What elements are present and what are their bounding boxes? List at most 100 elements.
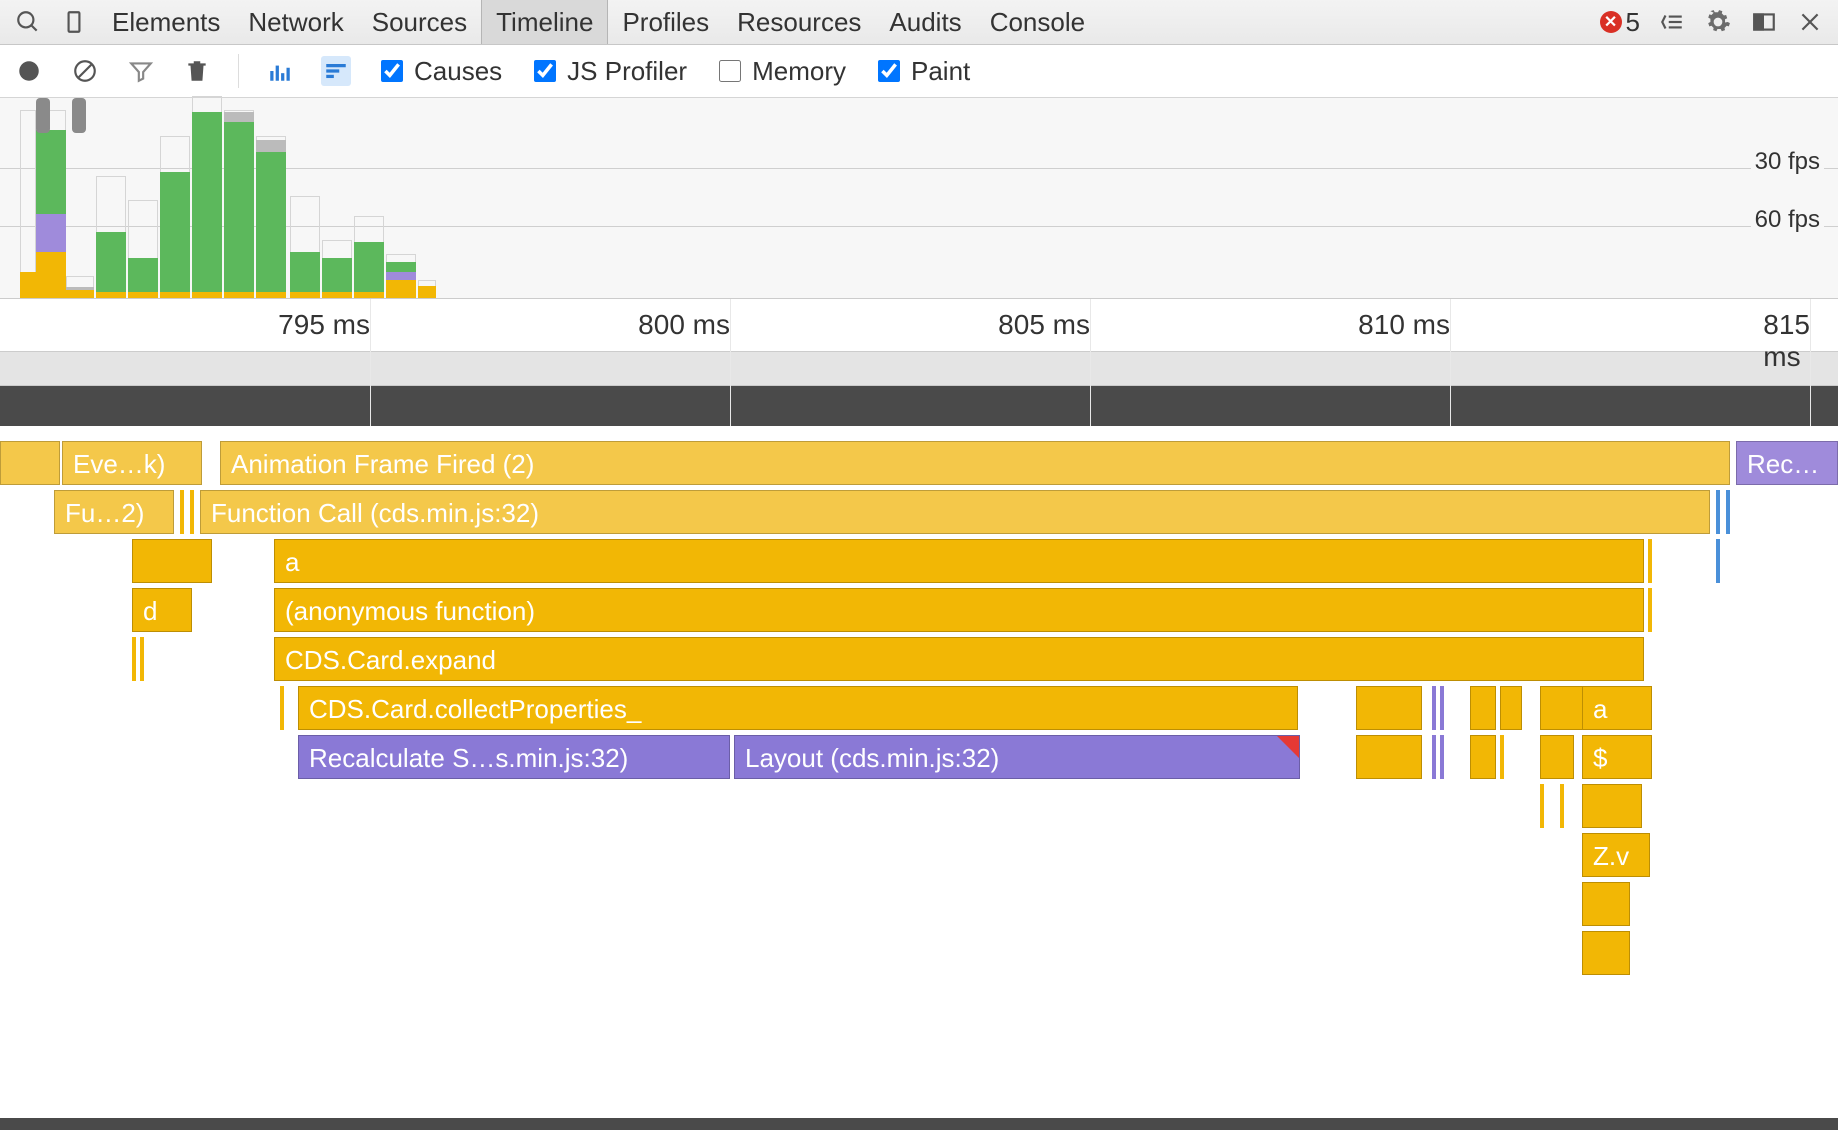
clear-button[interactable] <box>70 56 100 86</box>
flame-sliver[interactable] <box>1440 686 1444 730</box>
checkbox-input[interactable] <box>381 60 403 82</box>
flame-sliver[interactable] <box>1648 539 1652 583</box>
flame-bar[interactable]: Function Call (cds.min.js:32) <box>200 490 1710 534</box>
drawer-toggle-icon[interactable] <box>1650 0 1694 44</box>
flame-bar[interactable]: Rec…2) <box>1736 441 1838 485</box>
flame-bar[interactable]: a <box>274 539 1644 583</box>
divider-strip <box>0 386 1838 426</box>
time-ruler[interactable]: 795 ms800 ms805 ms810 ms815 ms <box>0 299 1838 352</box>
tab-elements[interactable]: Elements <box>98 0 234 44</box>
flame-sliver[interactable] <box>1726 490 1730 534</box>
flame-bar[interactable] <box>1470 735 1496 779</box>
checkbox-label: JS Profiler <box>567 56 687 87</box>
checkbox-label: Memory <box>752 56 846 87</box>
checkbox-input[interactable] <box>878 60 900 82</box>
view-bars-icon[interactable] <box>265 56 295 86</box>
flame-bar[interactable] <box>1582 882 1630 926</box>
checkbox-label: Causes <box>414 56 502 87</box>
flame-bar[interactable] <box>1356 735 1422 779</box>
overview-selection-handle[interactable] <box>36 98 50 133</box>
flame-sliver[interactable] <box>1432 686 1436 730</box>
garbage-collect-icon[interactable] <box>182 56 212 86</box>
flame-bar[interactable]: Recalculate S…s.min.js:32) <box>298 735 730 779</box>
dock-icon[interactable] <box>1742 0 1786 44</box>
checkbox-paint[interactable]: Paint <box>874 56 970 87</box>
flame-sliver[interactable] <box>1560 784 1564 828</box>
flame-bar[interactable]: $ <box>1582 735 1652 779</box>
flame-bar[interactable] <box>1356 686 1422 730</box>
checkbox-js-profiler[interactable]: JS Profiler <box>530 56 687 87</box>
overview-bar <box>36 112 66 298</box>
search-icon[interactable] <box>6 0 50 44</box>
tab-network[interactable]: Network <box>234 0 357 44</box>
flame-sliver[interactable] <box>1716 539 1720 583</box>
flame-bar[interactable] <box>132 539 212 583</box>
flame-bar[interactable]: Layout (cds.min.js:32) <box>734 735 1300 779</box>
flame-bar[interactable] <box>1500 686 1522 730</box>
flame-sliver[interactable] <box>280 686 284 730</box>
flame-sliver[interactable] <box>1540 784 1544 828</box>
filter-icon[interactable] <box>126 56 156 86</box>
overview-bar <box>418 282 436 298</box>
tabs-host: ElementsNetworkSourcesTimelineProfilesRe… <box>98 0 1099 44</box>
ruler-label: 800 ms <box>638 309 730 341</box>
flame-sliver[interactable] <box>1648 588 1652 632</box>
checkbox-input[interactable] <box>719 60 741 82</box>
cpu-strip <box>0 352 1838 386</box>
flame-sliver[interactable] <box>1716 490 1720 534</box>
footer-strip <box>0 1118 1838 1130</box>
settings-gear-icon[interactable] <box>1696 0 1740 44</box>
tab-timeline[interactable]: Timeline <box>481 0 608 44</box>
flame-bar[interactable]: Eve…k) <box>62 441 202 485</box>
overview-bar <box>322 242 352 298</box>
flame-bar[interactable] <box>1470 686 1496 730</box>
overview-bar <box>20 112 36 298</box>
flame-sliver[interactable] <box>180 490 184 534</box>
flame-sliver[interactable] <box>132 637 136 681</box>
overview-bar <box>128 202 158 298</box>
fps-30-label: 30 fps <box>1751 148 1824 176</box>
fps-60-label: 60 fps <box>1751 206 1824 234</box>
tab-resources[interactable]: Resources <box>723 0 875 44</box>
flame-sliver[interactable] <box>190 490 194 534</box>
timeline-toolbar: Causes JS Profiler Memory Paint <box>0 45 1838 98</box>
tab-sources[interactable]: Sources <box>358 0 481 44</box>
tab-profiles[interactable]: Profiles <box>608 0 723 44</box>
overview-bar <box>66 278 94 298</box>
flame-bar[interactable] <box>1540 735 1574 779</box>
flame-sliver[interactable] <box>1432 735 1436 779</box>
checkbox-causes[interactable]: Causes <box>377 56 502 87</box>
view-flame-icon[interactable] <box>321 56 351 86</box>
flame-bar[interactable]: Fu…2) <box>54 490 174 534</box>
tab-console[interactable]: Console <box>976 0 1099 44</box>
overview-bar <box>224 112 254 298</box>
overview-selection-handle[interactable] <box>72 98 86 133</box>
flame-chart[interactable]: Eve…k) Animation Frame Fired (2)Rec…2) Fu…… <box>0 426 1838 1130</box>
overview-bar <box>256 138 286 298</box>
checkbox-memory[interactable]: Memory <box>715 56 846 87</box>
record-button[interactable] <box>14 56 44 86</box>
flame-bar[interactable] <box>0 441 60 485</box>
flame-bar[interactable]: a <box>1582 686 1652 730</box>
flame-bar[interactable]: d <box>132 588 192 632</box>
overview-bar <box>354 218 384 298</box>
flame-sliver[interactable] <box>1440 735 1444 779</box>
ruler-label: 810 ms <box>1358 309 1450 341</box>
flame-bar[interactable]: CDS.Card.collectProperties_ <box>298 686 1298 730</box>
flame-bar[interactable]: Z.v <box>1582 833 1650 877</box>
flame-bar[interactable] <box>1582 931 1630 975</box>
flame-bar[interactable] <box>1582 784 1642 828</box>
flame-sliver[interactable] <box>140 637 144 681</box>
flame-bar[interactable]: Animation Frame Fired (2) <box>220 441 1730 485</box>
overview-chart[interactable]: 30 fps 60 fps <box>0 98 1838 299</box>
flame-bar[interactable]: CDS.Card.expand <box>274 637 1644 681</box>
tab-audits[interactable]: Audits <box>875 0 975 44</box>
flame-bar[interactable]: (anonymous function) <box>274 588 1644 632</box>
device-toggle-icon[interactable] <box>52 0 96 44</box>
checkbox-input[interactable] <box>534 60 556 82</box>
flame-sliver[interactable] <box>1500 735 1504 779</box>
close-icon[interactable] <box>1788 0 1832 44</box>
ruler-label: 795 ms <box>278 309 370 341</box>
error-indicator[interactable]: ✕5 <box>1600 7 1648 38</box>
error-count: 5 <box>1626 7 1640 38</box>
